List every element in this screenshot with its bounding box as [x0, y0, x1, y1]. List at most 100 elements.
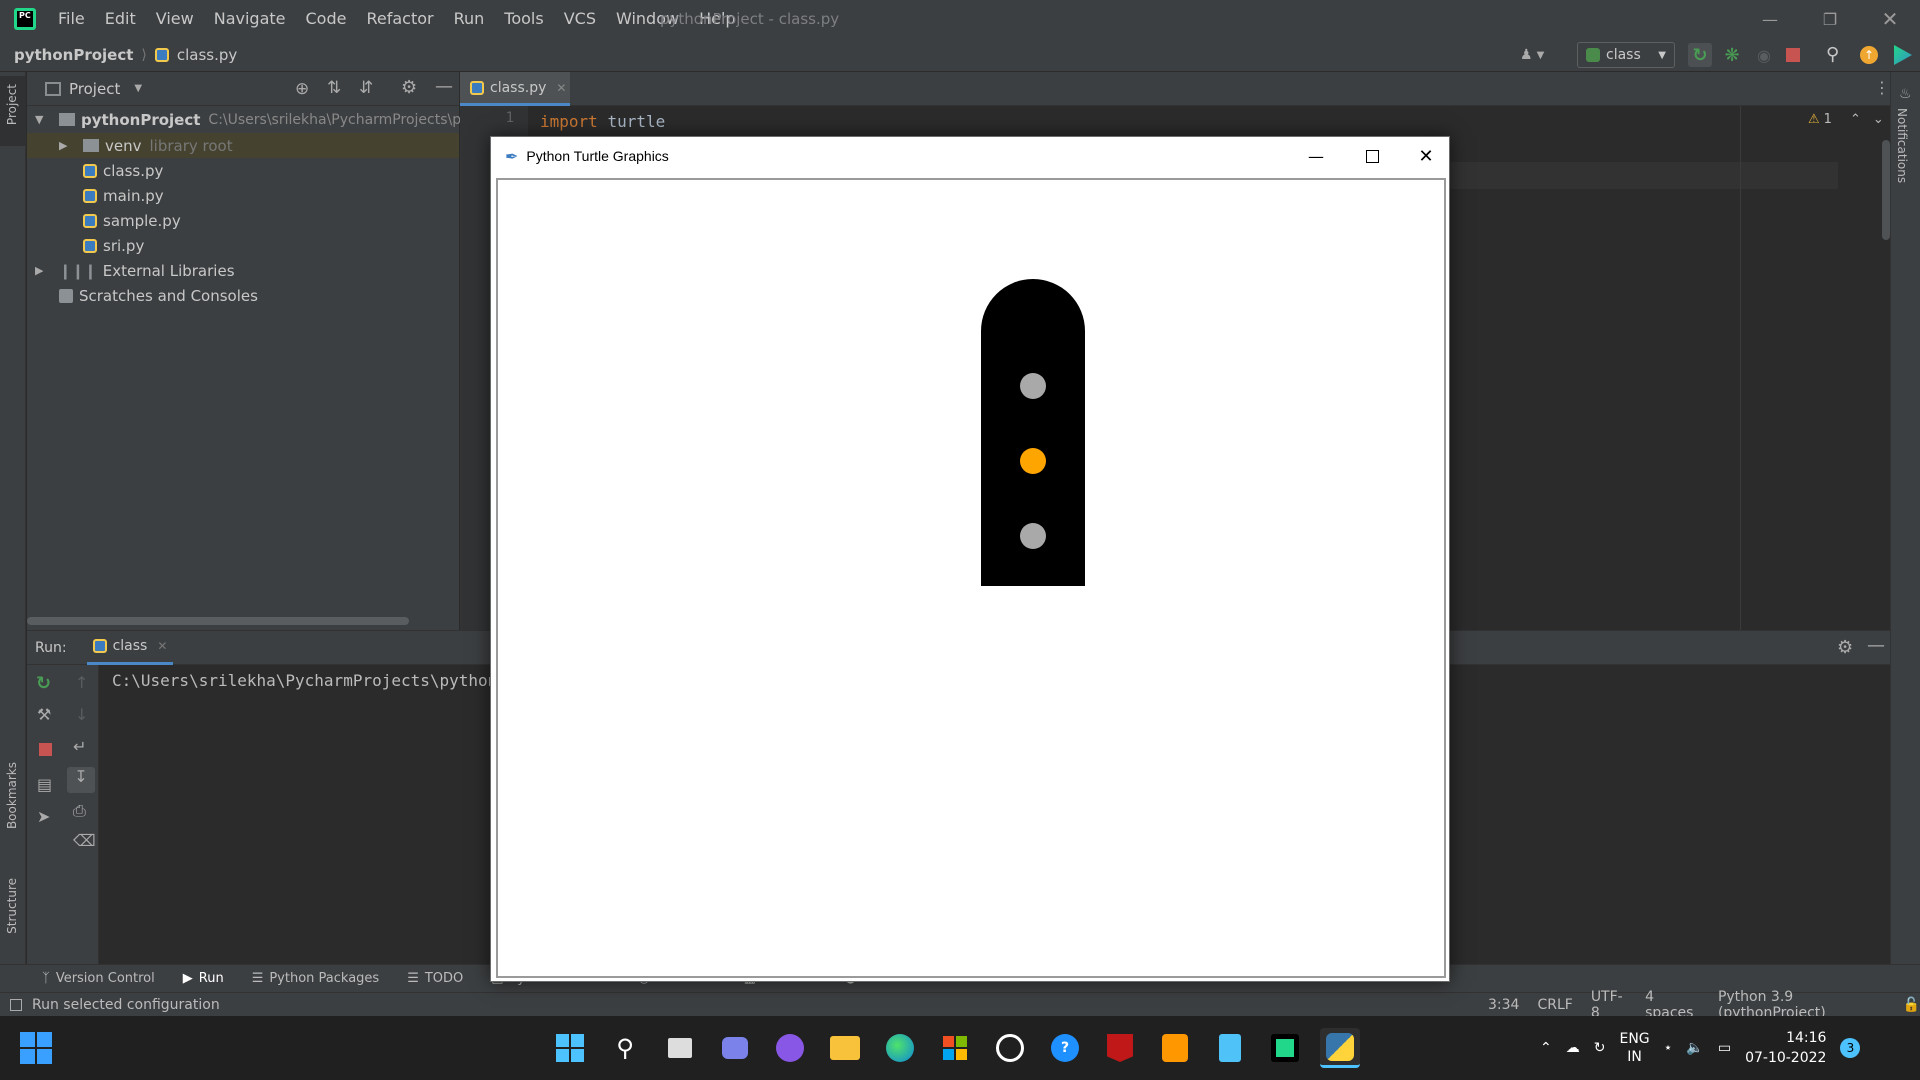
start-button[interactable]	[550, 1028, 590, 1068]
gear-icon[interactable]: ⚙	[1837, 637, 1853, 658]
gear-icon[interactable]: ⚙	[401, 77, 417, 98]
turtle-minimize-button[interactable]: —	[1291, 137, 1341, 175]
rerun-icon[interactable]: ↻	[36, 673, 51, 694]
app-button[interactable]	[990, 1028, 1030, 1068]
locate-icon[interactable]: ⊕	[295, 79, 309, 99]
restore-button[interactable]: ❐	[1800, 0, 1860, 38]
code-line-1[interactable]: import turtle	[540, 112, 665, 131]
tree-item-file[interactable]: sample.py	[83, 208, 181, 233]
cloud-icon[interactable]: ☁	[1566, 1040, 1580, 1056]
sublime-button[interactable]	[1155, 1028, 1195, 1068]
mcafee-button[interactable]	[1100, 1028, 1140, 1068]
run-tab-class[interactable]: class ✕	[86, 631, 174, 665]
expand-all-icon[interactable]: ⇅	[327, 78, 341, 98]
menu-navigate[interactable]: Navigate	[204, 0, 296, 38]
stop-button[interactable]	[1786, 48, 1800, 62]
clock[interactable]: 14:16 07-10-2022	[1745, 1028, 1826, 1068]
github-button[interactable]	[770, 1028, 810, 1068]
project-tool-tab[interactable]: Project	[0, 76, 26, 146]
inspection-widget[interactable]: ⚠ 1 ⌃ ⌄	[1808, 112, 1884, 127]
notification-badge[interactable]: 3	[1840, 1038, 1861, 1058]
scroll-to-end-button[interactable]: ↧	[67, 767, 95, 793]
code-with-me-icon[interactable]	[1894, 45, 1912, 65]
lock-icon[interactable]: 🔓	[1903, 997, 1920, 1013]
caret-position[interactable]: 3:34	[1488, 997, 1519, 1013]
hide-panel-icon[interactable]: —	[435, 76, 453, 97]
menu-run[interactable]: Run	[444, 0, 495, 38]
file-explorer-button[interactable]	[825, 1028, 865, 1068]
pin-icon[interactable]: ➤	[37, 807, 50, 826]
line-separator[interactable]: CRLF	[1537, 997, 1572, 1013]
horizontal-scrollbar[interactable]	[27, 617, 409, 625]
print-icon[interactable]: ⎙	[73, 801, 86, 821]
tree-item-file[interactable]: main.py	[83, 183, 164, 208]
search-button[interactable]: ⚲	[1826, 44, 1839, 65]
turtle-canvas[interactable]	[496, 178, 1446, 978]
layout-icon[interactable]: ▤	[37, 775, 52, 794]
chevron-up-icon[interactable]: ⌃	[1850, 112, 1861, 127]
vertical-scrollbar[interactable]	[1882, 140, 1890, 240]
status-toggle-icon[interactable]	[10, 998, 22, 1011]
sync-icon[interactable]: ↻	[1594, 1040, 1606, 1056]
python-taskbar-button[interactable]	[1320, 1028, 1360, 1068]
close-tab-icon[interactable]: ✕	[556, 81, 566, 95]
updates-button[interactable]: ↑	[1860, 46, 1878, 64]
project-view-title[interactable]: Project	[69, 80, 120, 98]
language-indicator[interactable]: ENG IN	[1619, 1030, 1649, 1066]
chevron-down-icon[interactable]: ▼	[134, 83, 142, 94]
debug-button[interactable]: ❋	[1720, 43, 1744, 67]
breadcrumb-file[interactable]: class.py	[177, 46, 237, 64]
menu-refactor[interactable]: Refactor	[356, 0, 443, 38]
chevron-down-icon[interactable]: ⌄	[1873, 112, 1884, 127]
tree-item-file[interactable]: sri.py	[83, 233, 144, 258]
bookmarks-tool-tab[interactable]: Bookmarks	[0, 762, 26, 862]
collapse-all-icon[interactable]: ⇵	[359, 78, 373, 98]
menu-vcs[interactable]: VCS	[554, 0, 606, 38]
edge-button[interactable]	[880, 1028, 920, 1068]
menu-tools[interactable]: Tools	[494, 0, 553, 38]
turtle-maximize-button[interactable]	[1347, 137, 1397, 175]
tool-run[interactable]: ▶ Run	[183, 971, 224, 986]
search-button[interactable]: ⚲	[605, 1028, 645, 1068]
coverage-button[interactable]: ◉	[1752, 43, 1776, 67]
task-view-button[interactable]	[660, 1028, 700, 1068]
chevron-up-icon[interactable]: ⌃	[1540, 1040, 1552, 1056]
breadcrumb-project[interactable]: pythonProject	[14, 46, 133, 64]
stop-icon[interactable]	[39, 743, 52, 756]
menu-view[interactable]: View	[146, 0, 204, 38]
help-button[interactable]: ?	[1045, 1028, 1085, 1068]
menu-edit[interactable]: Edit	[95, 0, 146, 38]
store-button[interactable]	[935, 1028, 975, 1068]
wrench-icon[interactable]: ⚒	[37, 705, 51, 724]
volume-icon[interactable]: 🔈	[1686, 1040, 1703, 1056]
battery-icon[interactable]: ▭	[1718, 1040, 1731, 1056]
soft-wrap-icon[interactable]: ↵	[73, 737, 86, 756]
tool-version-control[interactable]: ᛉ Version Control	[42, 971, 155, 986]
tool-python-packages[interactable]: ☰ Python Packages	[252, 971, 380, 986]
tree-item-venv[interactable]: ▶ venv library root	[59, 133, 233, 158]
arrow-up-icon[interactable]: ↑	[75, 673, 88, 692]
notepad-button[interactable]	[1210, 1028, 1250, 1068]
tree-item-file[interactable]: class.py	[83, 158, 163, 183]
tab-class-py[interactable]: class.py ✕	[460, 72, 570, 106]
menu-file[interactable]: File	[48, 0, 95, 38]
rerun-button[interactable]: ↻	[1688, 43, 1712, 67]
user-menu-button[interactable]: ♟ ▼	[1520, 43, 1544, 67]
structure-tool-tab[interactable]: Structure	[0, 878, 26, 962]
minimize-button[interactable]: —	[1740, 0, 1800, 38]
teams-button[interactable]	[715, 1028, 755, 1068]
wifi-icon[interactable]: ⋆	[1664, 1040, 1673, 1056]
run-config-selector[interactable]: class ▼	[1577, 42, 1675, 68]
tool-todo[interactable]: ☰ TODO	[407, 971, 463, 986]
close-tab-icon[interactable]: ✕	[157, 639, 167, 653]
notifications-tab[interactable]: Notifications	[1895, 108, 1909, 183]
widgets-icon[interactable]	[20, 1032, 52, 1064]
menu-code[interactable]: Code	[296, 0, 357, 38]
bell-icon[interactable]: ♨	[1899, 86, 1912, 102]
more-options-icon[interactable]: ⋮	[1874, 78, 1890, 97]
hide-panel-icon[interactable]: —	[1867, 635, 1885, 656]
pycharm-taskbar-button[interactable]	[1265, 1028, 1305, 1068]
trash-icon[interactable]: ⌫	[73, 831, 96, 850]
close-button[interactable]: ✕	[1860, 0, 1920, 38]
tree-item-external-libraries[interactable]: ▶ ❙❙❙ External Libraries	[35, 258, 235, 283]
